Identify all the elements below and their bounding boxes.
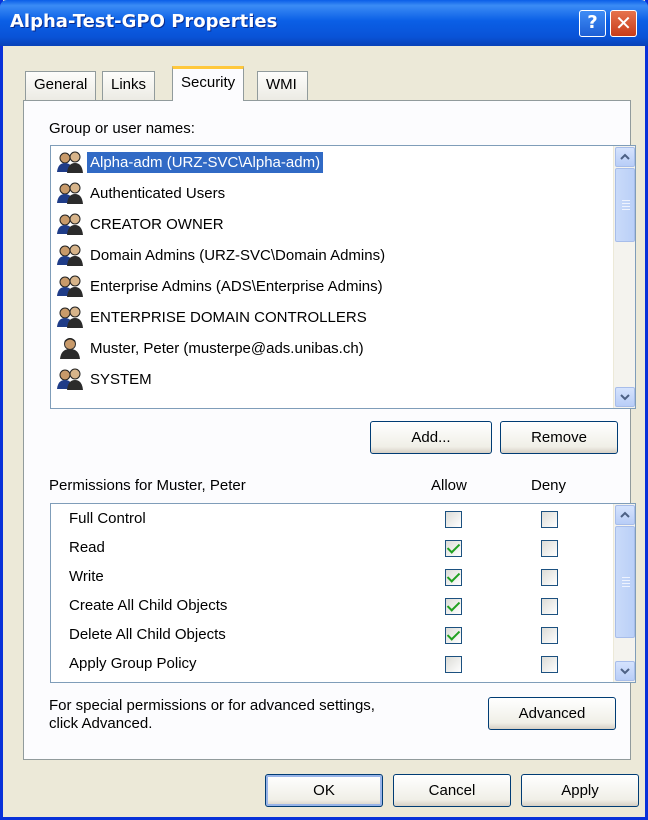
group-icon: [55, 274, 85, 298]
deny-checkbox[interactable]: [541, 569, 558, 586]
permission-name: Full Control: [69, 510, 146, 527]
apply-button[interactable]: Apply: [521, 774, 639, 807]
group-icon: [55, 212, 85, 236]
group-user-list[interactable]: Alpha-adm (URZ-SVC\Alpha-adm) Authenticat…: [50, 145, 636, 409]
list-item-label: ENTERPRISE DOMAIN CONTROLLERS: [90, 308, 367, 326]
list-item-label: CREATOR OWNER: [90, 215, 224, 233]
permission-name: Apply Group Policy: [69, 655, 197, 672]
list-item-label: SYSTEM: [90, 370, 152, 388]
help-button[interactable]: ?: [579, 10, 606, 37]
permission-row: Apply Group Policy: [51, 651, 611, 679]
list-item[interactable]: SYSTEM: [55, 365, 591, 393]
deny-checkbox[interactable]: [541, 598, 558, 615]
permission-name: Read: [69, 539, 105, 556]
list-item-label: Domain Admins (URZ-SVC\Domain Admins): [90, 246, 386, 264]
advanced-note-line2: click Advanced.: [49, 715, 153, 732]
user-icon: [55, 336, 85, 360]
cancel-button[interactable]: Cancel: [393, 774, 511, 807]
permission-row: Full Control: [51, 506, 611, 534]
scroll-down-arrow-icon[interactable]: [615, 661, 635, 681]
allow-checkbox[interactable]: [445, 511, 462, 528]
deny-checkbox[interactable]: [541, 627, 558, 644]
advanced-note-line1: For special permissions or for advanced …: [49, 697, 375, 714]
allow-column-header: Allow: [431, 477, 467, 494]
window-title: Alpha-Test-GPO Properties: [10, 11, 278, 32]
remove-button[interactable]: Remove: [500, 421, 618, 454]
list-item-label: Muster, Peter (musterpe@ads.unibas.ch): [90, 339, 364, 357]
permission-row: Create All Child Objects: [51, 593, 611, 621]
list-item[interactable]: Authenticated Users: [55, 179, 591, 207]
security-panel: Group or user names: Alpha-adm (URZ-SVC\…: [23, 100, 636, 760]
list-item[interactable]: Domain Admins (URZ-SVC\Domain Admins): [55, 241, 591, 269]
scroll-down-arrow-icon[interactable]: [615, 387, 635, 407]
group-icon: [55, 243, 85, 267]
permission-row: Delete All Child Objects: [51, 622, 611, 650]
permission-name: Create All Child Objects: [69, 597, 228, 614]
list-item[interactable]: ENTERPRISE DOMAIN CONTROLLERS: [55, 303, 591, 331]
scroll-up-arrow-icon[interactable]: [615, 505, 635, 525]
advanced-button[interactable]: Advanced: [488, 697, 616, 730]
group-list-scroll-thumb[interactable]: [615, 168, 635, 242]
tab-links[interactable]: Links: [102, 71, 156, 100]
group-icon: [55, 367, 85, 391]
allow-checkbox[interactable]: [445, 627, 462, 644]
deny-checkbox[interactable]: [541, 656, 558, 673]
group-list-label: Group or user names:: [49, 120, 195, 137]
allow-checkbox[interactable]: [445, 540, 462, 557]
allow-checkbox[interactable]: [445, 569, 462, 586]
allow-checkbox[interactable]: [445, 598, 462, 615]
group-icon: [55, 181, 85, 205]
permission-name: Write: [69, 568, 104, 585]
close-button[interactable]: ✕: [610, 10, 637, 37]
tab-security[interactable]: Security: [172, 66, 245, 101]
group-icon: [55, 150, 85, 174]
list-item[interactable]: CREATOR OWNER: [55, 210, 591, 238]
group-list-scrollbar[interactable]: [613, 146, 635, 408]
properties-dialog: Alpha-Test-GPO Properties ? ✕ General Li…: [0, 0, 648, 820]
deny-checkbox[interactable]: [541, 540, 558, 557]
title-bar[interactable]: Alpha-Test-GPO Properties ? ✕: [0, 0, 648, 46]
deny-checkbox[interactable]: [541, 511, 558, 528]
deny-column-header: Deny: [531, 477, 567, 494]
allow-checkbox[interactable]: [445, 656, 462, 673]
permission-row: Read: [51, 535, 611, 563]
list-item-label: Enterprise Admins (ADS\Enterprise Admins…: [90, 277, 383, 295]
permissions-label: Permissions for Muster, Peter: [49, 477, 246, 494]
group-icon: [55, 305, 85, 329]
list-item[interactable]: Enterprise Admins (ADS\Enterprise Admins…: [55, 272, 591, 300]
permissions-scroll-thumb[interactable]: [615, 526, 635, 638]
permission-name: Delete All Child Objects: [69, 626, 226, 643]
permission-row: Write: [51, 564, 611, 592]
list-item-label: Authenticated Users: [90, 184, 226, 202]
ok-button[interactable]: OK: [265, 774, 383, 807]
tab-general[interactable]: General: [25, 71, 97, 100]
list-item[interactable]: Alpha-adm (URZ-SVC\Alpha-adm): [55, 148, 591, 176]
scroll-up-arrow-icon[interactable]: [615, 147, 635, 167]
list-item-label: Alpha-adm (URZ-SVC\Alpha-adm): [87, 151, 324, 173]
tab-wmi-filter[interactable]: WMI Filter: [257, 71, 309, 119]
permissions-list: Full Control Read Write Create All Child Ob…: [50, 503, 636, 683]
permissions-scrollbar[interactable]: [613, 504, 635, 682]
list-item[interactable]: Muster, Peter (musterpe@ads.unibas.ch): [55, 334, 591, 362]
add-button[interactable]: Add...: [370, 421, 492, 454]
